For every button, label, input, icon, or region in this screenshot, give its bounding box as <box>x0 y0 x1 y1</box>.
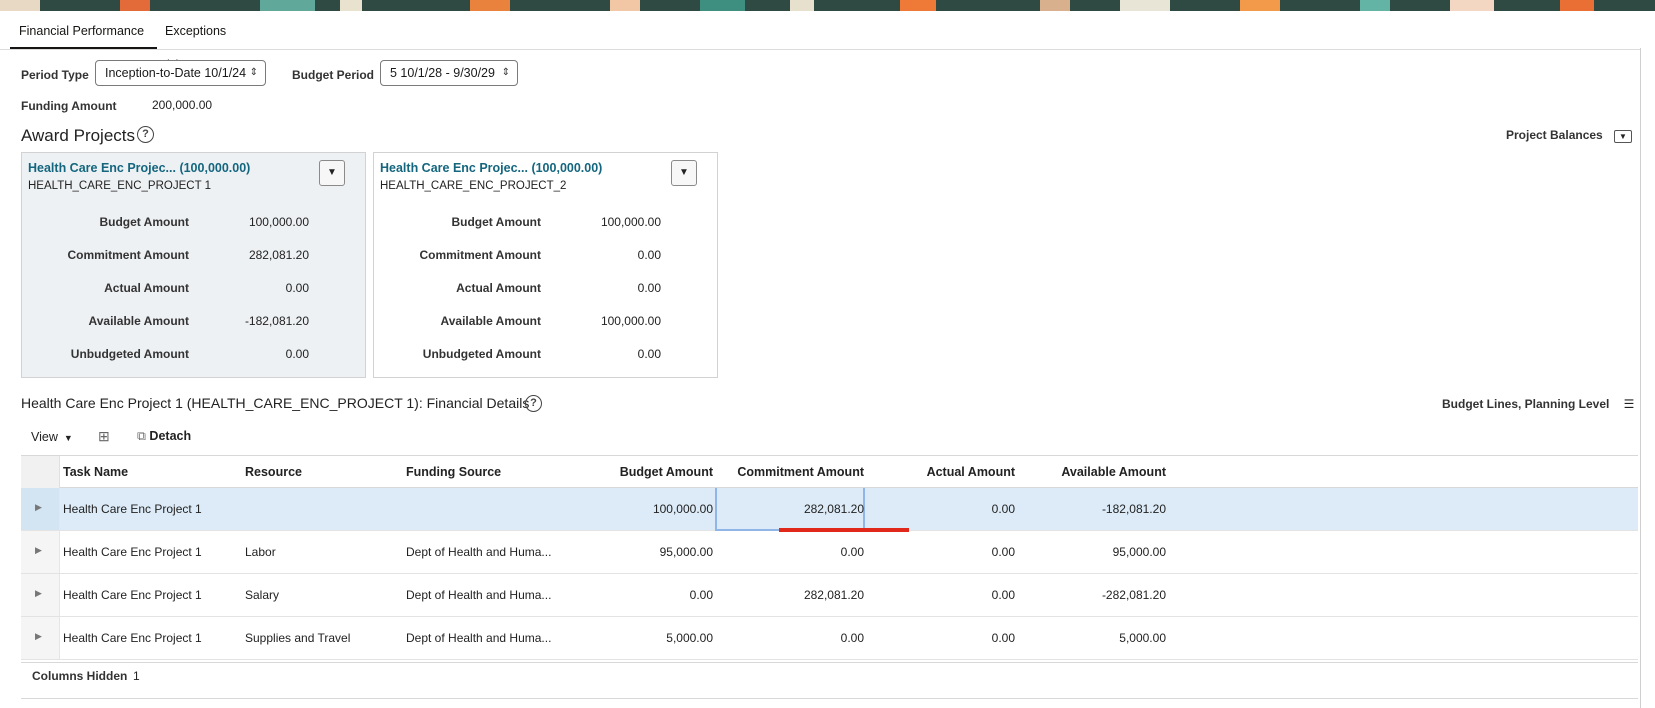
card-row-actual: Actual Amount 0.00 <box>456 281 661 295</box>
cell-commitment: 0.00 <box>840 545 864 559</box>
budget-period-label: Budget Period <box>292 68 375 82</box>
budget-lines-level-label: Budget Lines, Planning Level <box>1442 397 1610 411</box>
period-type-value: Inception-to-Date 10/1/24 <box>105 66 247 80</box>
cell-budget: 5,000.00 <box>666 631 713 645</box>
project-balances-label: Project Balances <box>1506 128 1603 142</box>
table-row[interactable]: ▶ Health Care Enc Project 1 Salary Dept … <box>21 574 1638 617</box>
card-row-actual: Actual Amount 0.00 <box>104 281 309 295</box>
column-header[interactable]: Funding Source <box>406 465 501 479</box>
award-projects-title: Award Projects <box>21 126 136 145</box>
chevron-down-icon: ▼ <box>61 433 73 443</box>
view-menu[interactable]: View ▼ <box>31 430 73 444</box>
help-icon[interactable]: ? <box>525 395 542 412</box>
row-gutter: ▶ <box>21 617 60 659</box>
expand-icon[interactable]: ▶ <box>35 631 42 642</box>
budget-period-value: 5 10/1/28 - 9/30/29 <box>390 66 495 80</box>
column-header[interactable]: Budget Amount <box>620 465 713 479</box>
cell-task: Health Care Enc Project 1 <box>63 545 202 559</box>
funding-amount-value: 200,000.00 <box>152 98 213 112</box>
cell-actual: 0.00 <box>991 631 1015 645</box>
project-card-title[interactable]: Health Care Enc Projec... (100,000.00) <box>28 161 250 175</box>
tab-divider <box>0 49 1640 50</box>
column-header[interactable]: Available Amount <box>1061 465 1166 479</box>
funding-amount-label: Funding Amount <box>21 99 117 113</box>
list-settings-icon[interactable]: ☰ <box>1620 398 1638 412</box>
card-row-unbudgeted: Unbudgeted Amount 0.00 <box>422 347 661 361</box>
cell-available: -282,081.20 <box>1101 588 1166 602</box>
cell-resource: Supplies and Travel <box>245 631 351 645</box>
panel-edge <box>1640 48 1641 708</box>
column-header[interactable]: Task Name <box>63 465 128 479</box>
column-header[interactable]: Resource <box>245 465 302 479</box>
expand-icon[interactable]: ▶ <box>35 588 42 599</box>
cell-budget: 0.00 <box>689 588 713 602</box>
columns-hidden-label: Columns Hidden <box>32 669 128 683</box>
tab-exceptions[interactable]: Exceptions (1) <box>165 14 226 72</box>
column-header[interactable]: Commitment Amount <box>737 465 864 479</box>
row-gutter: ▶ <box>21 488 60 530</box>
dropdown-icon[interactable]: ▼ <box>319 160 345 186</box>
cell-budget: 95,000.00 <box>659 545 713 559</box>
dropdown-icon[interactable]: ▼ <box>1614 130 1632 143</box>
expand-icon[interactable]: ▶ <box>35 502 42 513</box>
project-card-subtitle: HEALTH_CARE_ENC_PROJECT_2 <box>380 180 567 192</box>
cell-task: Health Care Enc Project 1 <box>63 502 202 516</box>
cell-funding: Dept of Health and Huma... <box>406 545 552 559</box>
select-arrows-icon: ⇕ <box>249 67 258 78</box>
card-row-commitment: Commitment Amount 0.00 <box>419 248 661 262</box>
period-type-label: Period Type <box>21 68 89 82</box>
row-gutter: ▶ <box>21 574 60 616</box>
financial-details-title: Health Care Enc Project 1 (HEALTH_CARE_E… <box>21 395 530 411</box>
cell-commitment: 282,081.20 <box>803 502 864 516</box>
cell-resource: Labor <box>245 545 276 559</box>
card-row-available: Available Amount -182,081.20 <box>88 314 309 328</box>
cell-actual: 0.00 <box>991 588 1015 602</box>
help-icon[interactable]: ? <box>137 126 154 143</box>
project-card-1[interactable]: Health Care Enc Projec... (100,000.00) H… <box>21 152 366 378</box>
dropdown-icon[interactable]: ▼ <box>671 160 697 186</box>
card-row-unbudgeted: Unbudgeted Amount 0.00 <box>70 347 309 361</box>
decorative-banner <box>0 0 1655 11</box>
cell-task: Health Care Enc Project 1 <box>63 631 202 645</box>
detach-icon: ⧉ <box>137 429 146 443</box>
period-type-select[interactable]: Inception-to-Date 10/1/24 ⇕ <box>95 60 266 86</box>
cell-actual: 0.00 <box>991 545 1015 559</box>
project-card-title[interactable]: Health Care Enc Projec... (100,000.00) <box>380 161 602 175</box>
project-card-2[interactable]: Health Care Enc Projec... (100,000.00) H… <box>373 152 718 378</box>
detach-label: Detach <box>149 429 192 443</box>
card-row-available: Available Amount 100,000.00 <box>440 314 661 328</box>
cell-available: 95,000.00 <box>1112 545 1166 559</box>
tab-financial-performance[interactable]: Financial Performance <box>10 14 157 50</box>
cell-actual: 0.00 <box>991 502 1015 516</box>
expand-icon[interactable]: ▶ <box>35 545 42 556</box>
table-row[interactable]: ▶ Health Care Enc Project 1 Labor Dept o… <box>21 531 1638 574</box>
header-gutter <box>21 456 60 488</box>
cell-budget: 100,000.00 <box>652 502 713 516</box>
view-menu-label: View <box>31 430 58 444</box>
cell-task: Health Care Enc Project 1 <box>63 588 202 602</box>
card-row-commitment: Commitment Amount 282,081.20 <box>67 248 309 262</box>
table-footer-divider <box>21 662 1638 663</box>
column-header[interactable]: Actual Amount <box>927 465 1015 479</box>
table-row[interactable]: ▶ Health Care Enc Project 1 Supplies and… <box>21 617 1638 660</box>
detach-button[interactable]: ⧉ Detach <box>137 429 191 444</box>
columns-hidden-value: 1 <box>133 669 140 683</box>
card-row-budget: Budget Amount 100,000.00 <box>451 215 661 229</box>
freeze-icon[interactable]: ⊞ <box>98 428 110 445</box>
table-header: Task Name Resource Funding Source Budget… <box>21 455 1638 488</box>
select-arrows-icon: ⇕ <box>501 67 510 78</box>
cell-funding: Dept of Health and Huma... <box>406 631 552 645</box>
cell-funding: Dept of Health and Huma... <box>406 588 552 602</box>
budget-period-select[interactable]: 5 10/1/28 - 9/30/29 ⇕ <box>380 60 518 86</box>
cell-available: 5,000.00 <box>1119 631 1166 645</box>
row-gutter: ▶ <box>21 531 60 573</box>
bottom-divider <box>21 698 1638 699</box>
table-row[interactable]: ▶ Health Care Enc Project 1 100,000.00 2… <box>21 488 1638 532</box>
cell-commitment: 0.00 <box>840 631 864 645</box>
cell-available: -182,081.20 <box>1101 502 1166 516</box>
card-row-budget: Budget Amount 100,000.00 <box>99 215 309 229</box>
project-card-subtitle: HEALTH_CARE_ENC_PROJECT 1 <box>28 180 211 192</box>
cell-resource: Salary <box>245 588 280 602</box>
cell-commitment: 282,081.20 <box>803 588 864 602</box>
